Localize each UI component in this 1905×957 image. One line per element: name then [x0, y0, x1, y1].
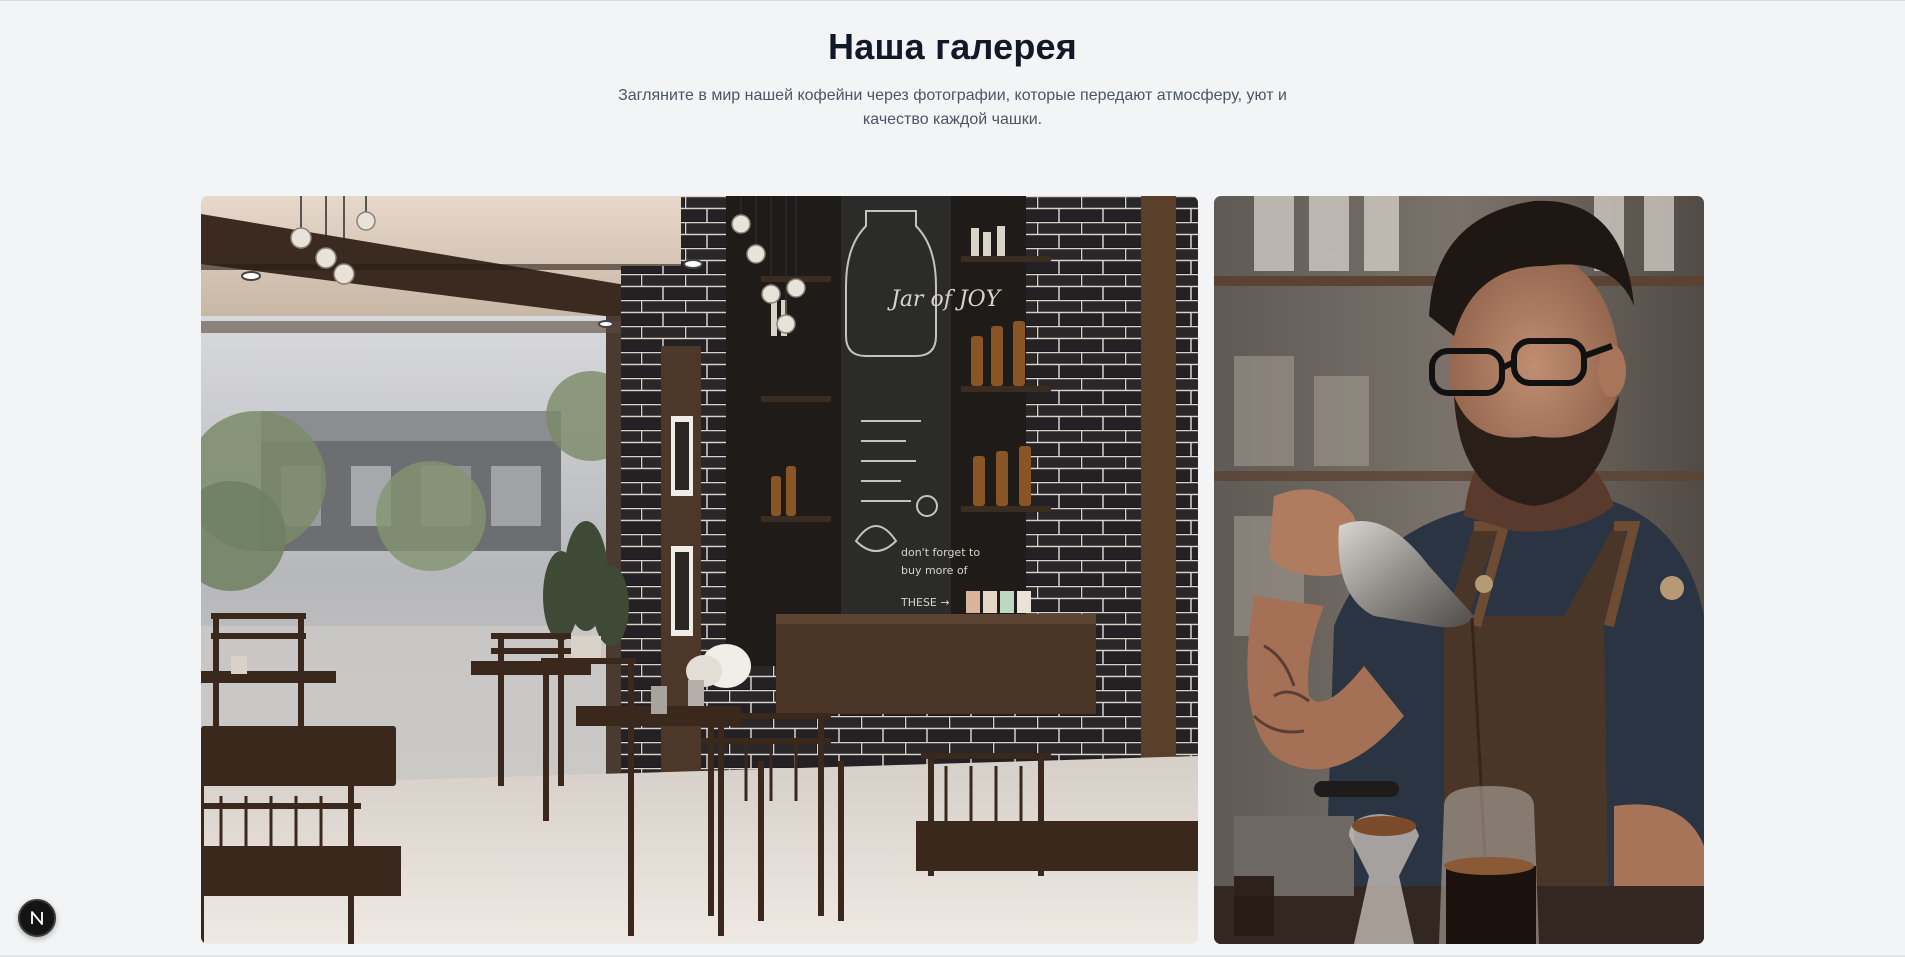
gallery-subtitle: Загляните в мир нашей кофейни через фото… — [618, 87, 1287, 128]
nextjs-dev-badge[interactable] — [18, 899, 56, 937]
gallery-image-cafe-interior[interactable]: Jar of JOY don't forget to buy more of T… — [201, 196, 1198, 944]
chalkboard-line-4: don't forget to — [901, 546, 980, 559]
gallery-image-barista[interactable] — [1214, 196, 1704, 944]
gallery-title: Наша галерея — [828, 26, 1077, 67]
chalkboard-jar-text: Jar of JOY — [887, 287, 1003, 312]
gallery-header: Наша галерея Загляните в мир нашей кофей… — [0, 24, 1905, 132]
barista-image — [1214, 196, 1704, 944]
cafe-interior-image: Jar of JOY don't forget to buy more of T… — [201, 196, 1198, 944]
nextjs-logo-icon — [31, 911, 43, 925]
chalkboard-line-5: buy more of — [901, 564, 969, 577]
top-divider — [0, 0, 1905, 1]
chalkboard-line-6: THESE → — [900, 596, 950, 609]
